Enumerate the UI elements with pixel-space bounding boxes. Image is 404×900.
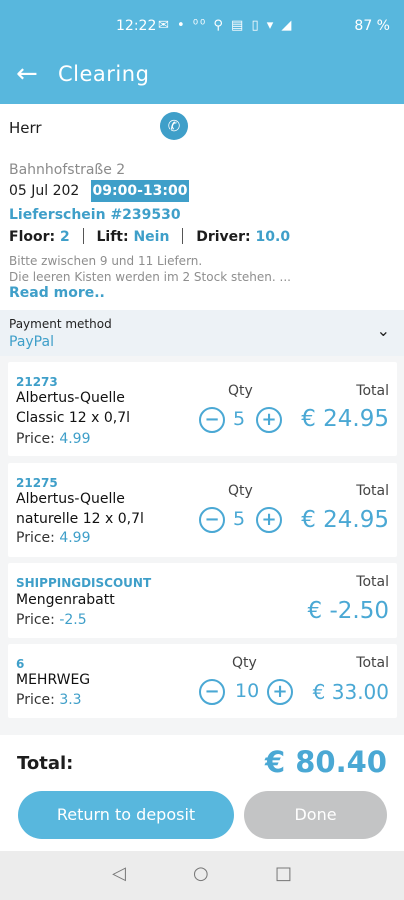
nav-back-icon[interactable]: ◁ xyxy=(112,863,126,884)
item-name: MEHRWEG xyxy=(16,672,91,688)
line-item: SHIPPINGDISCOUNT Mengenrabatt Price: -2.… xyxy=(8,563,397,638)
back-arrow-icon[interactable]: ← xyxy=(16,60,44,88)
item-name: Albertus-Quelle xyxy=(16,491,125,507)
customer-street: Bahnhofstraße 2 xyxy=(9,162,126,178)
line-item: 21273 Albertus-Quelle Classic 12 x 0,7l … xyxy=(8,362,397,456)
item-total: € -2.50 xyxy=(307,598,389,624)
nav-home-icon[interactable]: ○ xyxy=(193,863,209,884)
item-qty: 10 xyxy=(235,680,260,702)
item-price: Price: 3.3 xyxy=(16,692,82,708)
delivery-note-line: Bitte zwischen 9 und 11 Liefern. xyxy=(9,254,203,268)
time-slot-badge: 09:00-13:00 xyxy=(91,180,189,202)
delivery-date: 05 Jul 202 xyxy=(9,183,80,199)
item-price: Price: 4.99 xyxy=(16,530,91,546)
item-price-value: 3.3 xyxy=(59,692,82,708)
divider xyxy=(82,228,84,244)
decrease-qty-button[interactable]: − xyxy=(199,679,225,705)
return-to-deposit-button[interactable]: Return to deposit xyxy=(18,791,234,839)
item-code: 21275 xyxy=(16,476,58,490)
floor-label: Floor: xyxy=(9,229,56,245)
item-price-value: -2.5 xyxy=(59,612,87,628)
item-price-value: 4.99 xyxy=(59,530,91,546)
total-label: Total xyxy=(356,574,389,590)
line-item: 21275 Albertus-Quelle naturelle 12 x 0,7… xyxy=(8,463,397,557)
item-price: Price: -2.5 xyxy=(16,612,87,628)
item-name-detail: naturelle 12 x 0,7l xyxy=(16,511,144,527)
qty-label: Qty xyxy=(228,383,253,399)
item-price: Price: 4.99 xyxy=(16,431,91,447)
status-bar: 12:22 ✉ • ⁰⁰ ⚲ ▤ ▯ ▾ ◢ 87 % xyxy=(0,0,404,48)
app-bar: ← Clearing xyxy=(0,48,404,104)
page-title: Clearing xyxy=(58,62,150,86)
payment-method-select[interactable]: Payment method PayPal ⌄ xyxy=(0,310,404,356)
item-code: 6 xyxy=(16,657,25,671)
chevron-down-icon[interactable]: ⌄ xyxy=(377,321,390,340)
customer-salutation: Herr xyxy=(9,119,42,137)
increase-qty-button[interactable]: + xyxy=(256,507,282,533)
checkout-footer: Total: € 80.40 Return to deposit Done xyxy=(0,735,404,851)
item-code: 21273 xyxy=(16,375,58,389)
item-code: SHIPPINGDISCOUNT xyxy=(16,576,152,590)
delivery-note-number: Lieferschein #239530 xyxy=(9,207,181,223)
system-nav-bar: ◁ ○ □ xyxy=(0,851,404,900)
item-name: Albertus-Quelle xyxy=(16,390,125,406)
done-button[interactable]: Done xyxy=(244,791,387,839)
status-time: 12:22 xyxy=(116,18,157,34)
total-label: Total xyxy=(356,483,389,499)
status-icons: ✉ • ⁰⁰ ⚲ ▤ ▯ ▾ ◢ xyxy=(158,18,294,33)
divider xyxy=(182,228,184,244)
nav-recents-icon[interactable]: □ xyxy=(275,863,292,884)
qty-label: Qty xyxy=(228,483,253,499)
lift-value: Nein xyxy=(133,229,170,245)
item-qty: 5 xyxy=(233,508,246,530)
order-details: Herr Bahnhofstraße 2 05 Jul 202 09:00-13… xyxy=(0,104,404,310)
total-label: Total xyxy=(356,655,389,671)
payment-method-label: Payment method xyxy=(9,317,112,331)
qty-label: Qty xyxy=(232,655,257,671)
increase-qty-button[interactable]: + xyxy=(256,407,282,433)
item-qty: 5 xyxy=(233,408,246,430)
increase-qty-button[interactable]: + xyxy=(267,679,293,705)
decrease-qty-button[interactable]: − xyxy=(199,407,225,433)
item-price-value: 4.99 xyxy=(59,431,91,447)
lift-label: Lift: xyxy=(96,229,129,245)
delivery-meta: Floor: 2 Lift: Nein Driver: 10.0 xyxy=(9,228,290,245)
driver-label: Driver: xyxy=(196,229,251,245)
decrease-qty-button[interactable]: − xyxy=(199,507,225,533)
line-item: 6 MEHRWEG Price: 3.3 Qty Total − 10 + € … xyxy=(8,644,397,718)
read-more-link[interactable]: Read more.. xyxy=(9,285,105,301)
delivery-note-line: Die leeren Kisten werden im 2 Stock steh… xyxy=(9,270,291,284)
driver-value: 10.0 xyxy=(255,229,291,245)
phone-icon[interactable]: ✆ xyxy=(160,112,188,140)
order-total-label: Total: xyxy=(17,753,74,774)
order-total-value: € 80.40 xyxy=(264,745,387,779)
battery-level: 87 % xyxy=(354,18,390,34)
item-total: € 33.00 xyxy=(312,680,389,704)
item-total: € 24.95 xyxy=(301,406,389,432)
item-name-detail: Classic 12 x 0,7l xyxy=(16,410,131,426)
item-name: Mengenrabatt xyxy=(16,592,115,608)
total-label: Total xyxy=(356,383,389,399)
item-total: € 24.95 xyxy=(301,507,389,533)
payment-method-value: PayPal xyxy=(9,334,54,350)
floor-value: 2 xyxy=(59,229,70,245)
